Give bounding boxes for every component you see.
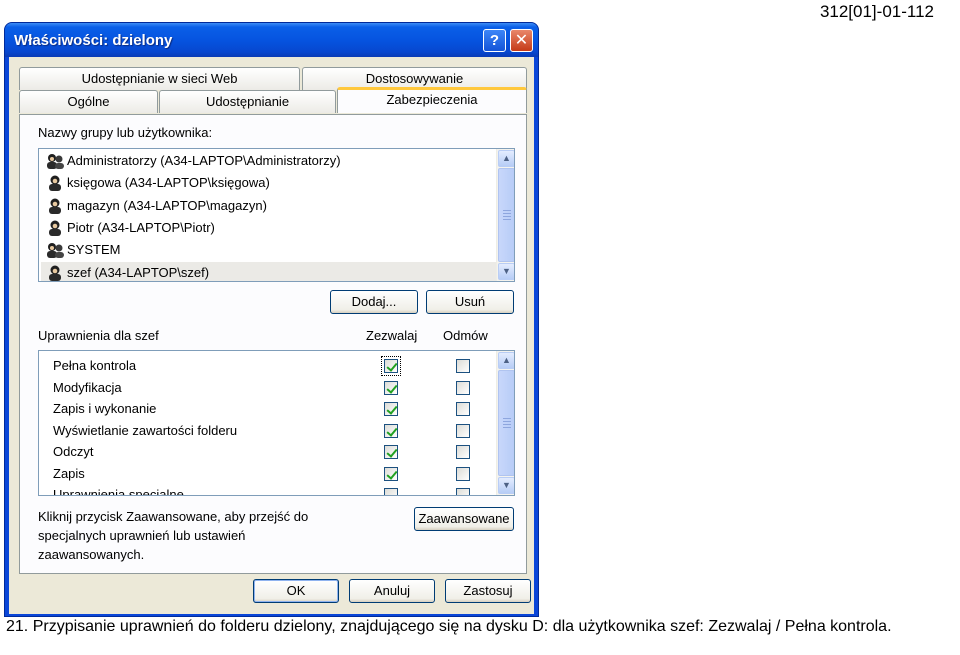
scroll-thumb[interactable]: [498, 168, 514, 262]
allow-checkbox[interactable]: [384, 423, 398, 438]
allow-checkbox[interactable]: [384, 488, 398, 495]
list-item[interactable]: Piotr (A34-LAPTOP\Piotr): [41, 217, 496, 239]
tab-sharing[interactable]: Udostępnianie: [159, 90, 336, 113]
apply-button[interactable]: Zastosuj: [445, 579, 531, 603]
deny-checkbox[interactable]: [456, 380, 470, 395]
permission-row: Odczyt: [53, 444, 94, 459]
allow-checkbox[interactable]: [384, 466, 398, 481]
advanced-button[interactable]: Zaawansowane: [414, 507, 514, 531]
allow-header: Zezwalaj: [366, 328, 418, 343]
deny-checkbox[interactable]: [456, 359, 470, 373]
deny-checkbox[interactable]: [456, 445, 470, 459]
title-bar[interactable]: Właściwości: dzielony ? ✕: [5, 23, 538, 57]
allow-checkbox[interactable]: [384, 380, 398, 395]
deny-checkbox[interactable]: [456, 488, 470, 495]
permissions-label: Uprawnienia dla szef: [38, 328, 159, 343]
user-icon: [49, 175, 61, 192]
permission-row: Modyfikacja: [53, 379, 122, 395]
list-item-label: Administratorzy (A34-LAPTOP\Administrato…: [67, 153, 341, 168]
advanced-info: Kliknij przycisk Zaawansowane, aby przej…: [38, 507, 308, 564]
tab-general[interactable]: Ogólne: [19, 90, 158, 113]
permissions-listbox[interactable]: Pełna kontrola Modyfikacja Zapis i wykonan…: [38, 350, 515, 496]
deny-checkbox[interactable]: [456, 466, 470, 481]
deny-checkbox[interactable]: [456, 423, 470, 438]
advanced-info-line-3: zaawansowanych.: [38, 547, 145, 562]
user-icon: [49, 198, 61, 214]
perm-scroll-up-icon[interactable]: ▲: [498, 352, 514, 369]
permission-row: Uprawnienia specjalne: [53, 487, 184, 496]
allow-checkbox[interactable]: [384, 445, 398, 459]
user-icon: [49, 220, 61, 236]
remove-button[interactable]: Usuń: [426, 290, 514, 314]
list-item[interactable]: magazyn (A34-LAPTOP\magazyn): [41, 195, 496, 217]
list-item[interactable]: Administratorzy (A34-LAPTOP\Administrato…: [41, 150, 496, 172]
security-panel: Nazwy grupy lub użytkownika: Administrat…: [19, 114, 527, 574]
advanced-info-line-2: specjalnych uprawnień lub ustawień: [38, 528, 246, 543]
groups-listbox[interactable]: Administratorzy (A34-LAPTOP\Administrato…: [38, 148, 515, 282]
perm-scroll-down-icon[interactable]: ▼: [498, 477, 514, 494]
list-item-label: SYSTEM: [67, 242, 121, 258]
group-icon: [47, 154, 64, 169]
groups-label: Nazwy grupy lub użytkownika:: [38, 125, 213, 140]
document-code: 312[01]-01-112: [819, 2, 934, 21]
window-title: Właściwości: dzielony: [14, 32, 173, 49]
allow-checkbox[interactable]: [384, 402, 398, 416]
help-button[interactable]: ?: [483, 29, 506, 52]
tab-web-sharing[interactable]: Udostępnianie w sieci Web: [19, 67, 300, 90]
list-item[interactable]: księgowa (A34-LAPTOP\księgowa): [41, 172, 496, 194]
properties-dialog: Właściwości: dzielony ? ✕ Udostępnianie …: [4, 22, 539, 617]
tab-security[interactable]: Zabezpieczenia: [337, 87, 527, 113]
groups-scrollbar[interactable]: ▲ ▼: [496, 149, 514, 281]
ok-button[interactable]: OK: [253, 579, 339, 603]
list-item-label: magazyn (A34-LAPTOP\magazyn): [67, 197, 267, 213]
list-item[interactable]: SYSTEM: [41, 239, 496, 261]
dialog-client: Udostępnianie w sieci Web Dostosowywanie…: [9, 57, 534, 614]
scroll-down-icon[interactable]: ▼: [498, 263, 514, 280]
cancel-button[interactable]: Anuluj: [349, 579, 435, 603]
deny-checkbox[interactable]: [456, 402, 470, 416]
figure-caption: 21. Przypisanie uprawnień do folderu dzi…: [6, 618, 892, 635]
scroll-up-icon[interactable]: ▲: [498, 150, 514, 167]
list-item-label: Piotr (A34-LAPTOP\Piotr): [67, 219, 215, 235]
add-button[interactable]: Dodaj...: [330, 290, 418, 314]
advanced-info-line-1: Kliknij przycisk Zaawansowane, aby przej…: [38, 509, 309, 524]
perm-scroll-thumb[interactable]: [498, 370, 514, 476]
list-item-label: szef (A34-LAPTOP\szef): [67, 264, 210, 280]
list-item[interactable]: szef (A34-LAPTOP\szef): [41, 261, 496, 281]
permission-row: Pełna kontrola: [53, 358, 137, 373]
deny-header: Odmów: [443, 328, 488, 343]
user-icon: [49, 265, 61, 281]
permissions-scrollbar[interactable]: ▲ ▼: [496, 351, 514, 495]
permission-row: Zapis i wykonanie: [53, 401, 157, 416]
permission-row: Zapis: [53, 465, 85, 481]
list-item-label: księgowa (A34-LAPTOP\księgowa): [67, 175, 270, 191]
allow-checkbox[interactable]: [381, 356, 401, 376]
permission-row: Wyświetlanie zawartości folderu: [53, 422, 238, 438]
close-button[interactable]: ✕: [510, 29, 533, 52]
group-icon: [47, 243, 64, 259]
